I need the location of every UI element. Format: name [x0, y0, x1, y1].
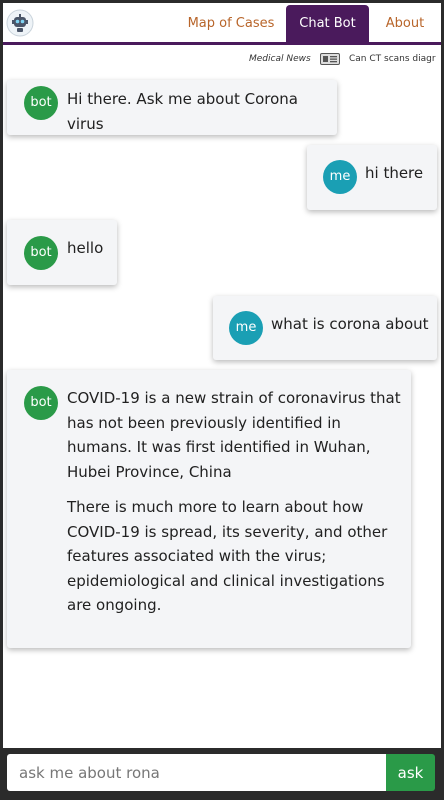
message-paragraph: There is much more to learn about how CO… — [67, 498, 388, 614]
ask-button[interactable]: ask — [386, 754, 435, 791]
chat-message-user: me what is corona about — [213, 296, 437, 360]
tab-about[interactable]: About — [373, 5, 437, 42]
chat-message-user: me hi there — [307, 145, 437, 210]
message-text: what is corona about — [271, 315, 429, 333]
tab-map-of-cases[interactable]: Map of Cases — [178, 5, 284, 42]
message-paragraph: COVID-19 is a new strain of coronavirus … — [67, 389, 401, 481]
news-headline-link[interactable]: Can CT scans diagr — [349, 54, 436, 64]
bot-avatar: bot — [24, 86, 58, 120]
newspaper-icon — [320, 53, 340, 65]
bot-avatar: bot — [24, 386, 58, 420]
robot-logo-icon[interactable] — [6, 9, 34, 37]
message-text: hello — [67, 239, 104, 257]
chat-message-bot: bot COVID-19 is a new strain of coronavi… — [7, 370, 411, 648]
news-label: Medical News — [249, 54, 311, 64]
news-ticker: Medical News Can CT scans diagr — [3, 51, 441, 69]
top-navbar: Map of Cases Chat Bot About — [3, 3, 441, 45]
user-avatar: me — [323, 160, 357, 194]
message-text: hi there — [365, 164, 424, 182]
app-frame: Map of Cases Chat Bot About Medical News… — [3, 3, 441, 797]
user-avatar: me — [229, 311, 263, 345]
message-text: COVID-19 is a new strain of coronavirus … — [67, 386, 405, 618]
chat-input[interactable] — [7, 754, 386, 791]
message-text: Hi there. Ask me about Corona virus — [67, 90, 298, 133]
chat-message-bot: bot hello — [7, 220, 117, 285]
chat-input-bar: ask — [3, 748, 441, 797]
bot-avatar: bot — [24, 236, 58, 270]
chat-message-bot: bot Hi there. Ask me about Corona virus — [7, 80, 337, 135]
tab-chat-bot[interactable]: Chat Bot — [286, 5, 369, 42]
